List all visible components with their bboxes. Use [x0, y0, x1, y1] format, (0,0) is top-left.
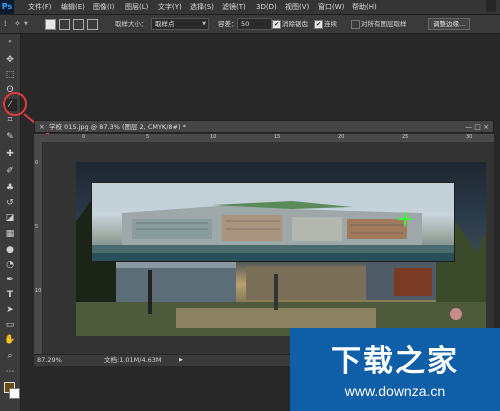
- intersect-selection-icon[interactable]: [87, 19, 98, 30]
- marquee-icon[interactable]: ⬚: [3, 69, 17, 81]
- menu-filter[interactable]: 滤镜(T): [222, 0, 246, 14]
- antialias-label: 消除锯齿: [282, 20, 308, 28]
- sample-size-dropdown[interactable]: 取样点 ▼: [151, 18, 209, 30]
- ruler-label: 5: [146, 134, 150, 140]
- menu-help[interactable]: 帮助(H): [352, 0, 377, 14]
- refine-edge-button[interactable]: 调整边缘...: [428, 18, 471, 30]
- menu-bar: Ps 文件(F) 编辑(E) 图像(I) 图层(L) 文字(Y) 选择(S) 滤…: [0, 0, 500, 15]
- add-selection-icon[interactable]: [59, 19, 70, 30]
- contiguous-checkbox[interactable]: ✔: [314, 20, 323, 29]
- chevron-down-icon[interactable]: ▼: [24, 19, 28, 29]
- more-tools-icon[interactable]: ⋯: [3, 366, 17, 378]
- antialias-checkbox[interactable]: ✔: [272, 20, 281, 29]
- type-icon[interactable]: T: [3, 289, 17, 301]
- ruler-label: 0: [82, 134, 86, 140]
- ruler-label: 30: [466, 134, 473, 140]
- menu-edit[interactable]: 编辑(E): [61, 0, 85, 14]
- ruler-label: 25: [402, 134, 409, 140]
- tolerance-label: 容差：: [218, 20, 238, 28]
- watermark-title: 下载之家: [331, 344, 459, 379]
- chevron-down-icon: ▼: [202, 21, 206, 27]
- eyedropper-icon[interactable]: ✎: [3, 131, 17, 143]
- sample-size-value: 取样点: [155, 20, 175, 28]
- path-select-icon[interactable]: ➤: [3, 304, 17, 316]
- options-bar: ⁞ ✧ ▼ 取样大小： 取样点 ▼ 容差： 50 ✔ 消除锯齿 ✔ 连续 对所有…: [0, 15, 500, 34]
- chevron-right-icon[interactable]: ▶: [179, 355, 183, 366]
- window-control[interactable]: [486, 0, 496, 12]
- dodge-icon[interactable]: ◔: [3, 259, 17, 271]
- menu-select[interactable]: 选择(S): [190, 0, 214, 14]
- close-icon[interactable]: ×: [39, 121, 45, 134]
- sample-all-layers-checkbox[interactable]: [351, 20, 360, 29]
- pen-icon[interactable]: ✒: [3, 274, 17, 286]
- stamp-icon[interactable]: ♣: [3, 182, 17, 194]
- brush-icon[interactable]: ✐: [3, 165, 17, 177]
- contiguous-label: 连续: [324, 20, 337, 28]
- watermark-url: www.downza.cn: [344, 383, 446, 399]
- document-title: 学校 015.jpg @ 87.3% (图层 2, CMYK/8#) *: [49, 123, 186, 131]
- document-canvas[interactable]: [43, 142, 494, 354]
- healing-icon[interactable]: ✚: [3, 148, 17, 160]
- collapse-icon[interactable]: »: [3, 36, 17, 48]
- ruler-label: 20: [338, 134, 345, 140]
- new-selection-icon[interactable]: [45, 19, 56, 30]
- sample-all-layers-label: 对所有图层取样: [361, 20, 407, 28]
- highlight-circle: [3, 92, 27, 116]
- subtract-selection-icon[interactable]: [73, 19, 84, 30]
- magic-wand-preset-icon[interactable]: ✧: [14, 19, 21, 29]
- menu-layer[interactable]: 图层(L): [125, 0, 148, 14]
- menu-3d[interactable]: 3D(D): [256, 0, 277, 14]
- grip-icon: ⁞: [4, 19, 7, 28]
- zoom-level[interactable]: 87.29%: [37, 355, 62, 366]
- document-window-buttons[interactable]: — □ ×: [465, 121, 489, 134]
- ruler-vertical: 0 5 10: [34, 142, 43, 354]
- menu-view[interactable]: 视图(V): [285, 0, 309, 14]
- blur-icon[interactable]: ●: [3, 244, 17, 256]
- ruler-label: 0: [35, 160, 39, 166]
- move-icon[interactable]: ✥: [3, 54, 17, 66]
- gradient-icon[interactable]: ▦: [3, 228, 17, 240]
- ruler-label: 5: [35, 224, 39, 230]
- background-color-swatch[interactable]: [9, 388, 20, 399]
- ruler-label: 10: [35, 288, 42, 294]
- selected-building-layer: [91, 182, 455, 262]
- document-size-info: 文档:1.01M/4.63M: [104, 356, 162, 364]
- shape-icon[interactable]: ▭: [3, 319, 17, 331]
- menu-file[interactable]: 文件(F): [28, 0, 52, 14]
- eraser-icon[interactable]: ◪: [3, 212, 17, 224]
- tools-panel: » ✥ ⬚ ʘ ⁄ ⌗ ✎ ✚ ✐ ♣ ↺ ◪ ▦ ● ◔ ✒ T ➤ ▭ ✋ …: [0, 34, 21, 411]
- menu-image[interactable]: 图像(I): [93, 0, 115, 14]
- ruler-label: 15: [274, 134, 281, 140]
- history-brush-icon[interactable]: ↺: [3, 197, 17, 209]
- sample-size-label: 取样大小：: [115, 20, 148, 28]
- document-tab[interactable]: × 学校 015.jpg @ 87.3% (图层 2, CMYK/8#) * —…: [34, 120, 494, 133]
- zoom-icon[interactable]: ⌕: [3, 350, 17, 362]
- photoshop-logo: Ps: [0, 0, 14, 14]
- hand-icon[interactable]: ✋: [3, 334, 17, 346]
- tolerance-input[interactable]: 50: [237, 18, 272, 30]
- menu-window[interactable]: 窗口(W): [318, 0, 344, 14]
- site-watermark: 下载之家 www.downza.cn: [290, 328, 500, 411]
- menu-type[interactable]: 文字(Y): [158, 0, 182, 14]
- ruler-label: 10: [210, 134, 217, 140]
